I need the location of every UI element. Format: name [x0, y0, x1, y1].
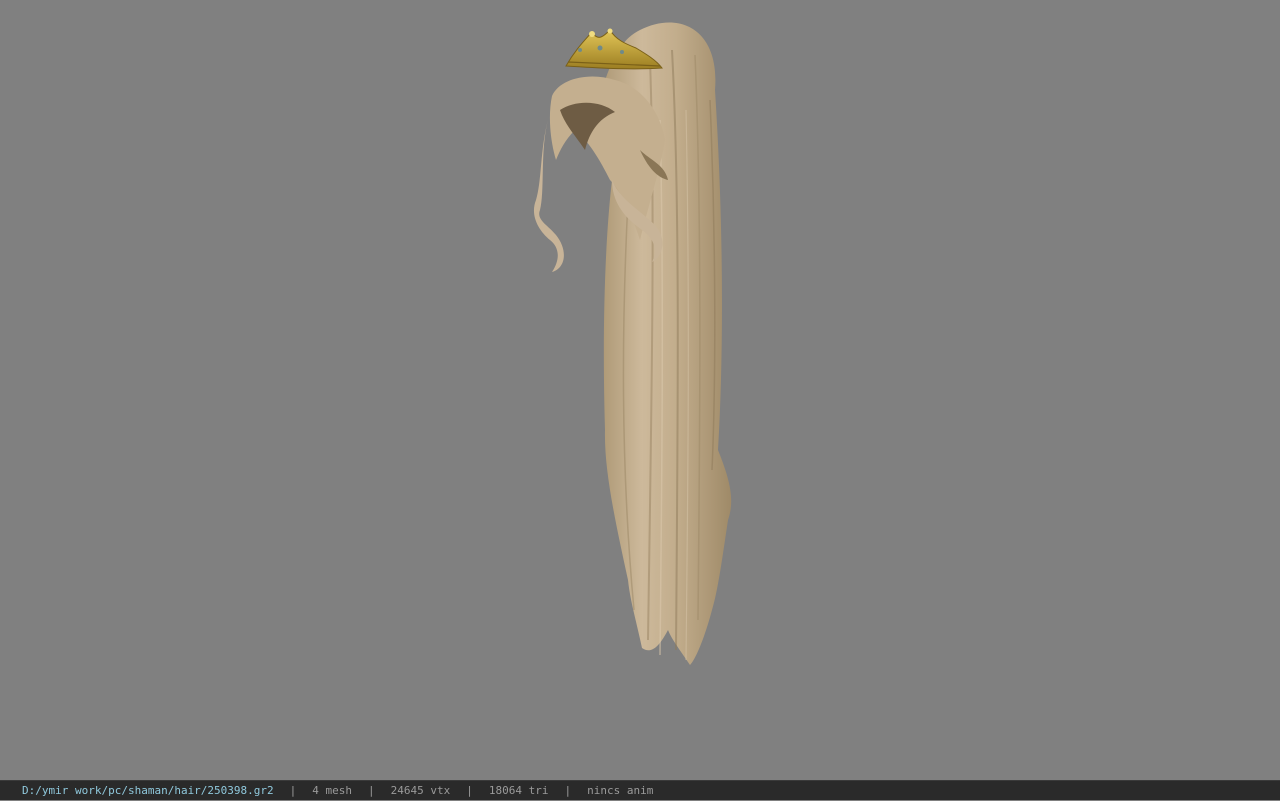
animation-status: nincs anim	[587, 783, 654, 797]
status-bar: D:/ymir work/pc/shaman/hair/250398.gr2 |…	[0, 780, 1280, 800]
mesh-count: 4 mesh	[312, 783, 353, 797]
hair-model-render	[533, 22, 732, 665]
separator: |	[289, 783, 297, 797]
separator: |	[368, 783, 375, 797]
hair-mesh	[533, 22, 732, 665]
separator: |	[564, 783, 572, 797]
vertex-count: 24645 vtx	[390, 783, 451, 797]
triangle-count: 18064 tri	[488, 783, 549, 797]
3d-viewport[interactable]	[0, 0, 1280, 780]
separator: |	[466, 783, 473, 797]
file-path: D:/ymir work/pc/shaman/hair/250398.gr2	[22, 783, 274, 797]
